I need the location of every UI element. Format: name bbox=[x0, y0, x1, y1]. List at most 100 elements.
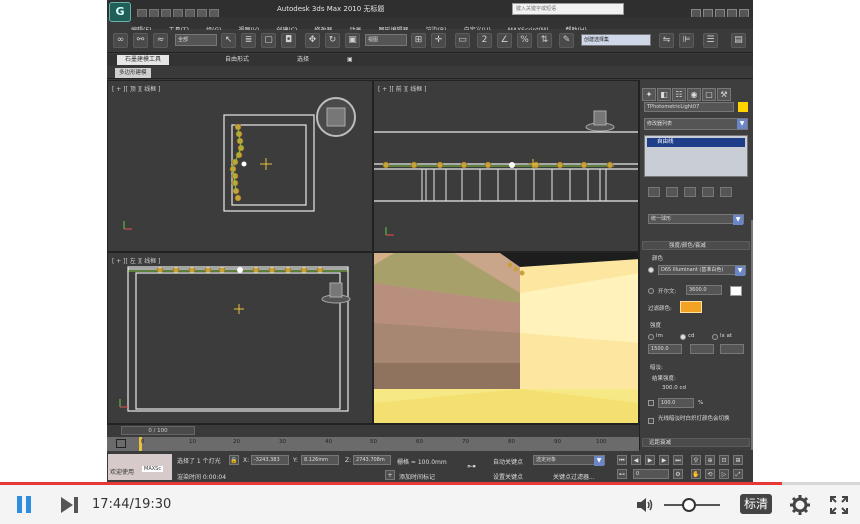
distribution-dropdown[interactable]: 统一球形 ▼ bbox=[648, 214, 744, 225]
snaps-toggle-icon[interactable]: 2 bbox=[477, 33, 492, 48]
go-to-end-icon[interactable]: ⏭ bbox=[673, 455, 683, 465]
edit-named-selection-icon[interactable]: ✎ bbox=[559, 33, 574, 48]
time-config-icon[interactable]: ⚙ bbox=[673, 469, 683, 479]
incandescent-checkbox[interactable] bbox=[648, 418, 654, 424]
select-object-icon[interactable]: ↖ bbox=[221, 33, 236, 48]
remove-modifier-icon[interactable] bbox=[702, 187, 714, 197]
zoom-extents-all-icon[interactable]: ⊞ bbox=[733, 455, 743, 465]
intensity-spinner-c[interactable] bbox=[720, 344, 744, 354]
color-preset-dropdown[interactable]: D65 Illuminant (基准白色) ▼ bbox=[658, 265, 746, 276]
volume-icon[interactable] bbox=[636, 497, 654, 513]
key-icon[interactable]: ⊶ bbox=[467, 462, 476, 472]
kelvin-radio[interactable] bbox=[648, 288, 654, 294]
select-by-name-icon[interactable]: ≣ bbox=[241, 33, 256, 48]
tab-freeform[interactable]: 自由形式 bbox=[225, 55, 249, 65]
stack-item-free-light[interactable]: 自由线 bbox=[647, 138, 745, 147]
next-frame-icon[interactable]: ▶ bbox=[659, 455, 669, 465]
next-button[interactable] bbox=[60, 496, 80, 514]
unlink-icon[interactable]: ⚯ bbox=[133, 33, 148, 48]
kelvin-input[interactable]: 3600.0 bbox=[686, 285, 722, 295]
time-slider-thumb[interactable]: 0 / 100 bbox=[121, 426, 195, 435]
key-filters-button[interactable]: 关键点过滤器... bbox=[553, 472, 595, 481]
selection-region-icon[interactable]: ▢ bbox=[261, 33, 276, 48]
rotate-icon[interactable]: ↻ bbox=[325, 33, 340, 48]
utilities-tab-icon[interactable]: ⚒ bbox=[717, 88, 731, 101]
select-manipulate-icon[interactable]: ✛ bbox=[431, 33, 446, 48]
zoom-icon[interactable]: ⚲ bbox=[691, 455, 701, 465]
zoom-all-icon[interactable]: ⊕ bbox=[705, 455, 715, 465]
quality-button[interactable]: 标清 bbox=[740, 494, 772, 514]
add-time-tag-label[interactable]: 添加时间标记 bbox=[399, 472, 435, 481]
video-frame[interactable]: G Autodesk 3ds Max 2010 无标题 键入关键字或短语 编辑(… bbox=[0, 0, 860, 482]
reference-coordinate-dropdown[interactable]: 视图 bbox=[365, 34, 407, 46]
percent-snap-icon[interactable]: % bbox=[517, 33, 532, 48]
layer-manager-icon[interactable]: ☰ bbox=[703, 33, 718, 48]
spinner-snap-icon[interactable]: ⇅ bbox=[537, 33, 552, 48]
set-key-button[interactable]: 设置关键点 bbox=[493, 472, 523, 481]
pin-stack-icon[interactable] bbox=[648, 187, 660, 197]
key-mode-icon[interactable]: ⊷ bbox=[617, 469, 627, 479]
show-end-result-icon[interactable] bbox=[666, 187, 678, 197]
z-coord-input[interactable]: 2743.708m bbox=[353, 455, 391, 465]
pivot-center-icon[interactable]: ⊞ bbox=[411, 33, 426, 48]
object-name-field[interactable]: TPhotometricLight07 bbox=[644, 102, 734, 112]
modify-tab-icon[interactable]: ◧ bbox=[657, 88, 671, 101]
maximize-viewport-icon[interactable]: ⤢ bbox=[733, 469, 743, 479]
maxscript-listener[interactable]: 欢迎使用 MAXSc bbox=[108, 454, 172, 480]
keyboard-shortcut-icon[interactable]: ▭ bbox=[455, 33, 470, 48]
orbit-icon[interactable]: ⟲ bbox=[705, 469, 715, 479]
track-bar[interactable]: 0 10 20 30 40 50 60 70 80 90 100 bbox=[107, 437, 639, 451]
mirror-icon[interactable]: ⇋ bbox=[659, 33, 674, 48]
align-icon[interactable]: ⊫ bbox=[679, 33, 694, 48]
render-setup-icon[interactable]: ▤ bbox=[731, 33, 746, 48]
time-slider[interactable]: 0 / 100 bbox=[107, 424, 639, 436]
object-color-swatch[interactable] bbox=[738, 102, 748, 112]
make-unique-icon[interactable] bbox=[684, 187, 696, 197]
viewport-perspective[interactable] bbox=[373, 252, 639, 424]
unit-lx-radio[interactable] bbox=[712, 334, 718, 340]
unit-cd-radio[interactable] bbox=[680, 334, 686, 340]
lock-selection-icon[interactable]: 🔒 bbox=[229, 455, 239, 465]
pan-icon[interactable]: ✋ bbox=[691, 469, 701, 479]
tab-graphite-modeling[interactable]: 石墨建模工具 bbox=[117, 55, 170, 65]
viewport-top[interactable]: [ + ][ 顶 ][ 线框 ] bbox=[107, 80, 373, 252]
field-of-view-icon[interactable]: ▷ bbox=[719, 469, 729, 479]
display-tab-icon[interactable]: ▢ bbox=[702, 88, 716, 101]
mini-curve-editor-icon[interactable] bbox=[116, 439, 126, 448]
dimming-percent-input[interactable]: 100.0 bbox=[658, 398, 694, 408]
volume-knob[interactable] bbox=[682, 498, 697, 512]
pause-button[interactable] bbox=[16, 496, 34, 514]
viewport-left[interactable]: [ + ][ 左 ][ 线框 ] bbox=[107, 252, 373, 424]
auto-key-button[interactable]: 自动关键点 bbox=[493, 457, 523, 466]
tab-extra[interactable]: ▣ bbox=[347, 55, 353, 65]
selection-filter-dropdown[interactable]: 全部 bbox=[175, 34, 217, 46]
previous-frame-icon[interactable]: ◀ bbox=[631, 455, 641, 465]
command-panel-scrollbar[interactable] bbox=[751, 220, 753, 450]
hierarchy-tab-icon[interactable]: ☷ bbox=[672, 88, 686, 101]
link-icon[interactable]: ∞ bbox=[113, 33, 128, 48]
settings-gear-icon[interactable] bbox=[790, 495, 810, 515]
app-logo-icon[interactable]: G bbox=[109, 2, 131, 22]
bind-space-warp-icon[interactable]: ≈ bbox=[153, 33, 168, 48]
time-tag-icon[interactable]: + bbox=[385, 470, 395, 480]
rollout-intensity-header[interactable]: 强度/颜色/衰减 bbox=[642, 241, 750, 250]
configure-sets-icon[interactable] bbox=[720, 187, 732, 197]
unit-lm-radio[interactable] bbox=[648, 334, 654, 340]
zoom-extents-icon[interactable]: ⊡ bbox=[719, 455, 729, 465]
named-selection-dropdown[interactable]: 创建选择集 bbox=[581, 34, 651, 46]
modifier-list-dropdown[interactable]: 修改器列表 ▼ bbox=[644, 118, 748, 130]
far-attenuation-header[interactable]: 远距衰减 bbox=[642, 438, 750, 447]
intensity-spinner-b[interactable] bbox=[690, 344, 714, 354]
dimming-checkbox[interactable] bbox=[648, 400, 654, 406]
x-coord-input[interactable]: -3243.383 bbox=[251, 455, 289, 465]
intensity-input[interactable]: 1500.0 bbox=[648, 344, 682, 354]
motion-tab-icon[interactable]: ◉ bbox=[687, 88, 701, 101]
kelvin-color-swatch[interactable] bbox=[730, 286, 742, 296]
go-to-start-icon[interactable]: ⏮ bbox=[617, 455, 627, 465]
play-icon[interactable]: ▶ bbox=[645, 455, 655, 465]
scale-icon[interactable]: ▣ bbox=[345, 33, 360, 48]
search-input[interactable]: 键入关键字或短语 bbox=[512, 3, 624, 15]
window-crossing-icon[interactable]: ◘ bbox=[281, 33, 296, 48]
current-frame-input[interactable]: 0 bbox=[633, 469, 669, 479]
angle-snap-icon[interactable]: ∠ bbox=[497, 33, 512, 48]
